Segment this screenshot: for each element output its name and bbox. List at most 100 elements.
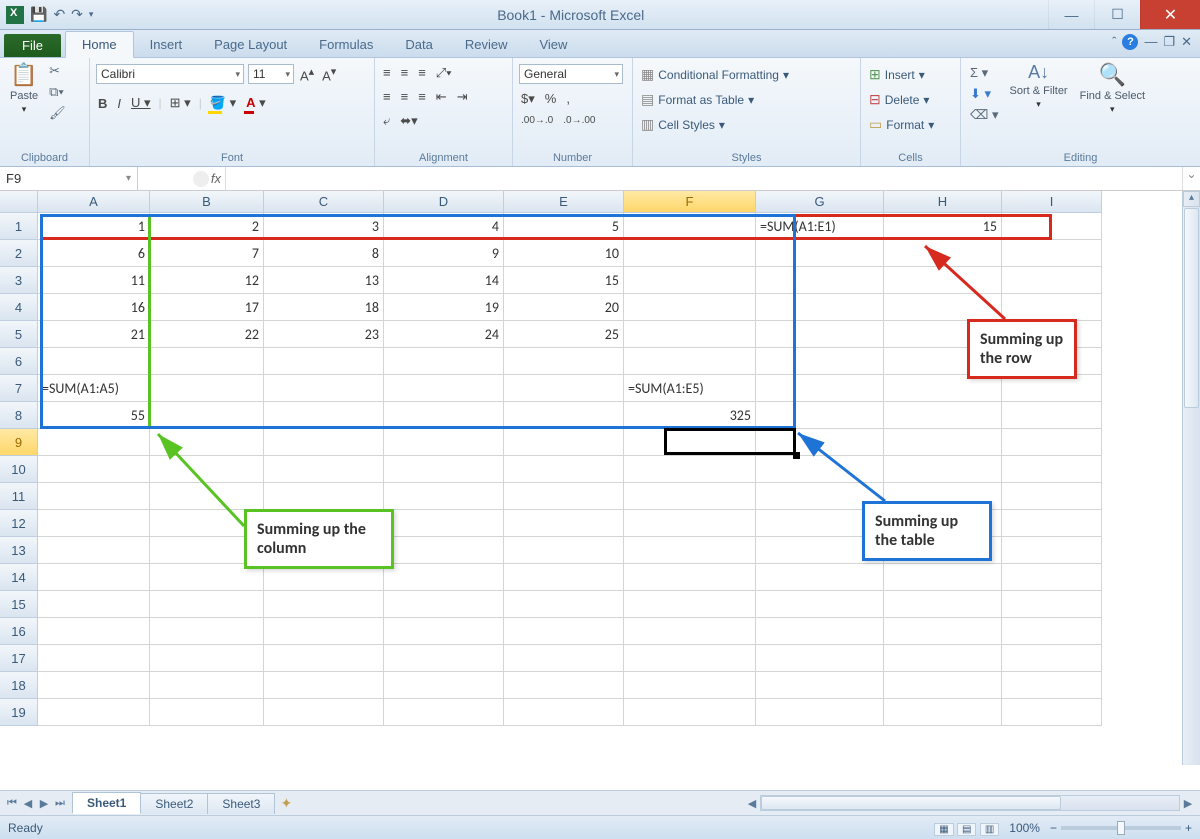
cell-G4[interactable] <box>756 294 884 321</box>
cell-F6[interactable] <box>624 348 756 375</box>
cell-B4[interactable]: 17 <box>150 294 264 321</box>
sheet-tab-3[interactable]: Sheet3 <box>207 793 275 814</box>
cell-I14[interactable] <box>1002 564 1102 591</box>
undo-icon[interactable]: ↶ <box>53 6 65 23</box>
cell-E4[interactable]: 20 <box>504 294 624 321</box>
help-icon[interactable]: ? <box>1122 34 1138 50</box>
cell-E1[interactable]: 5 <box>504 213 624 240</box>
cell-G8[interactable] <box>756 402 884 429</box>
tab-review[interactable]: Review <box>449 32 524 57</box>
zoom-slider[interactable] <box>1061 826 1181 830</box>
cell-B18[interactable] <box>150 672 264 699</box>
fx-button[interactable]: fx <box>211 171 221 186</box>
cell-D10[interactable] <box>384 456 504 483</box>
cell-B10[interactable] <box>150 456 264 483</box>
cell-H8[interactable] <box>884 402 1002 429</box>
sheet-tab-1[interactable]: Sheet1 <box>72 792 141 814</box>
copy-button[interactable]: ⧉▾ <box>46 83 69 101</box>
cell-E7[interactable] <box>504 375 624 402</box>
cell-I1[interactable] <box>1002 213 1102 240</box>
formula-input[interactable] <box>226 167 1182 190</box>
cell-E15[interactable] <box>504 591 624 618</box>
cell-C16[interactable] <box>264 618 384 645</box>
cell-F19[interactable] <box>624 699 756 726</box>
align-middle-button[interactable]: ≡ <box>399 64 411 82</box>
name-box[interactable]: F9 <box>0 167 138 190</box>
comma-button[interactable]: , <box>564 90 572 108</box>
col-header-A[interactable]: A <box>38 191 150 213</box>
cell-C6[interactable] <box>264 348 384 375</box>
cell-B9[interactable] <box>150 429 264 456</box>
cell-F14[interactable] <box>624 564 756 591</box>
tab-nav-first-icon[interactable]: ⏮ <box>4 797 20 810</box>
cell-I12[interactable] <box>1002 510 1102 537</box>
tab-view[interactable]: View <box>523 32 583 57</box>
conditional-formatting-button[interactable]: ▦Conditional Formatting ▾ <box>639 64 791 85</box>
cell-A12[interactable] <box>38 510 150 537</box>
cell-I7[interactable] <box>1002 375 1102 402</box>
cell-G16[interactable] <box>756 618 884 645</box>
cell-G19[interactable] <box>756 699 884 726</box>
cell-E3[interactable]: 15 <box>504 267 624 294</box>
row-header-11[interactable]: 11 <box>0 483 38 510</box>
paste-button[interactable]: 📋 Paste ▾ <box>6 60 42 117</box>
cell-E17[interactable] <box>504 645 624 672</box>
cell-D5[interactable]: 24 <box>384 321 504 348</box>
font-color-button[interactable]: A ▾ <box>244 94 268 112</box>
cell-B7[interactable] <box>150 375 264 402</box>
cell-G3[interactable] <box>756 267 884 294</box>
row-header-10[interactable]: 10 <box>0 456 38 483</box>
cell-C4[interactable]: 18 <box>264 294 384 321</box>
cell-F16[interactable] <box>624 618 756 645</box>
cell-B19[interactable] <box>150 699 264 726</box>
minimize-button[interactable]: — <box>1048 0 1094 29</box>
cell-B1[interactable]: 2 <box>150 213 264 240</box>
cell-D13[interactable] <box>384 537 504 564</box>
cell-D11[interactable] <box>384 483 504 510</box>
cell-D12[interactable] <box>384 510 504 537</box>
currency-button[interactable]: $▾ <box>519 90 537 108</box>
cell-B16[interactable] <box>150 618 264 645</box>
autosum-button[interactable]: Σ ▾ <box>967 64 1002 82</box>
cell-I18[interactable] <box>1002 672 1102 699</box>
cell-C2[interactable]: 8 <box>264 240 384 267</box>
row-header-3[interactable]: 3 <box>0 267 38 294</box>
zoom-level[interactable]: 100% <box>1009 821 1040 835</box>
number-format-combo[interactable]: General <box>519 64 623 84</box>
format-as-table-button[interactable]: ▤Format as Table ▾ <box>639 89 756 110</box>
cell-I9[interactable] <box>1002 429 1102 456</box>
cell-A16[interactable] <box>38 618 150 645</box>
font-name-combo[interactable]: Calibri <box>96 64 244 84</box>
tab-nav-last-icon[interactable]: ⏭ <box>52 797 68 810</box>
cell-C7[interactable] <box>264 375 384 402</box>
cell-F4[interactable] <box>624 294 756 321</box>
find-select-button[interactable]: 🔍 Find & Select▾ <box>1076 60 1149 117</box>
row-header-15[interactable]: 15 <box>0 591 38 618</box>
cell-G10[interactable] <box>756 456 884 483</box>
cell-F11[interactable] <box>624 483 756 510</box>
cell-G17[interactable] <box>756 645 884 672</box>
cell-D6[interactable] <box>384 348 504 375</box>
cell-I11[interactable] <box>1002 483 1102 510</box>
horizontal-scrollbar[interactable]: ◀▶ <box>298 795 1200 811</box>
underline-button[interactable]: U ▾ <box>129 94 153 112</box>
insert-cells-button[interactable]: ⊞Insert ▾ <box>867 64 927 85</box>
cell-H9[interactable] <box>884 429 1002 456</box>
cell-styles-button[interactable]: ▥Cell Styles ▾ <box>639 114 727 135</box>
cell-A8[interactable]: 55 <box>38 402 150 429</box>
workbook-minimize-icon[interactable]: — <box>1144 34 1157 50</box>
save-icon[interactable]: 💾 <box>30 6 47 23</box>
fill-color-button[interactable]: 🪣 ▾ <box>208 94 238 112</box>
cell-F12[interactable] <box>624 510 756 537</box>
align-top-button[interactable]: ≡ <box>381 64 393 82</box>
cell-C15[interactable] <box>264 591 384 618</box>
orientation-button[interactable]: ⤢▾ <box>434 64 454 82</box>
vertical-scrollbar[interactable]: ▴ <box>1182 191 1200 765</box>
align-left-button[interactable]: ≡ <box>381 88 393 106</box>
cell-D7[interactable] <box>384 375 504 402</box>
cancel-formula-icon[interactable] <box>193 171 209 187</box>
cell-I10[interactable] <box>1002 456 1102 483</box>
cell-A15[interactable] <box>38 591 150 618</box>
cell-F8[interactable]: 325 <box>624 402 756 429</box>
workbook-restore-icon[interactable]: ❐ <box>1163 34 1175 50</box>
